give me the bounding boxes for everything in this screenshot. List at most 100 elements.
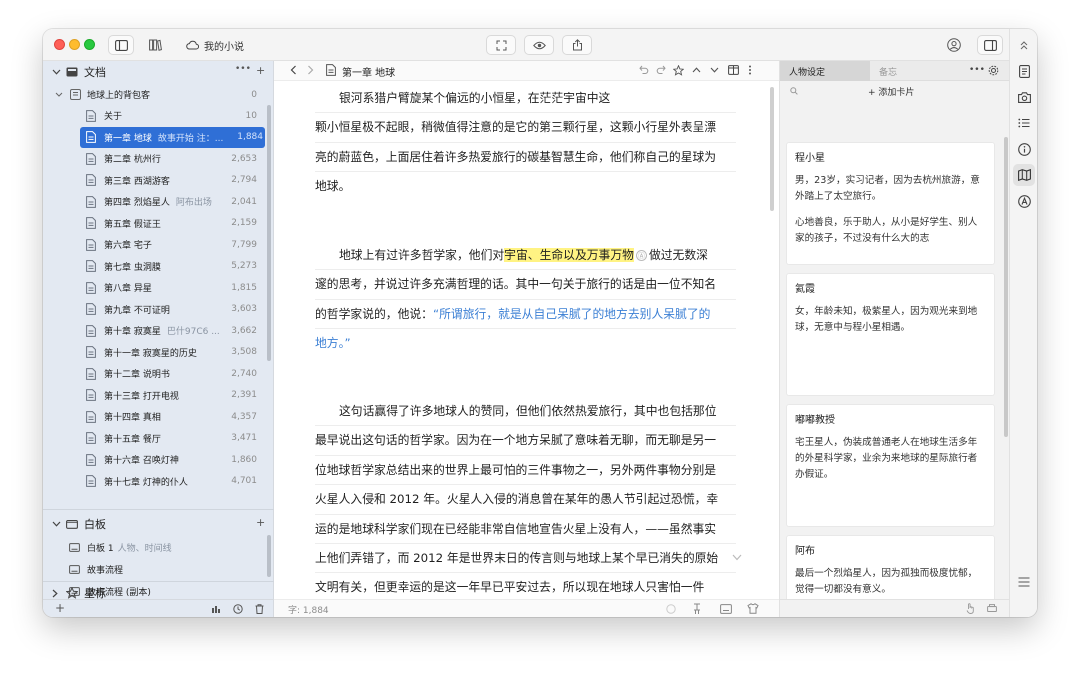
chapter-row[interactable]: 第十七章 灯神的仆人 4,701 bbox=[43, 471, 269, 493]
rail-menu-button[interactable] bbox=[1010, 571, 1037, 593]
rail-annotation-button[interactable] bbox=[1010, 190, 1037, 212]
chevron-down-icon[interactable] bbox=[732, 554, 742, 561]
account-button[interactable] bbox=[943, 35, 965, 55]
rail-info-button[interactable] bbox=[1010, 138, 1037, 160]
chevron-up-icon[interactable] bbox=[692, 67, 701, 73]
chapter-row[interactable]: 第五章 假证王 2,159 bbox=[43, 213, 269, 235]
chapter-row[interactable]: 第十三章 打开电视 2,391 bbox=[43, 385, 269, 407]
chapter-row[interactable]: 第七章 虫洞膜 5,273 bbox=[43, 256, 269, 278]
history-icon[interactable] bbox=[233, 604, 243, 614]
chapter-row[interactable]: 第六章 宅子 7,799 bbox=[43, 234, 269, 256]
whiteboard-add-button[interactable]: + bbox=[256, 516, 265, 529]
chapter-title: 第五章 假证王 bbox=[104, 217, 161, 230]
print-icon[interactable] bbox=[987, 604, 997, 613]
project-switcher[interactable]: 我的小说 bbox=[186, 37, 244, 53]
minimize-window-button[interactable] bbox=[69, 39, 80, 50]
whiteboard-title-text: 白板 1 bbox=[87, 543, 114, 554]
panel-toggle-button[interactable] bbox=[977, 35, 1003, 55]
chapter-row[interactable]: 第十六章 召唤灯神 1,860 bbox=[43, 449, 269, 471]
undo-icon[interactable] bbox=[639, 65, 649, 75]
whiteboard-section-header[interactable]: 白板 + bbox=[43, 514, 274, 534]
document-icon bbox=[86, 475, 96, 488]
chapter-row[interactable]: 第十一章 寂寞星的历史 3,508 bbox=[43, 342, 269, 364]
redo-icon[interactable] bbox=[656, 65, 666, 75]
more-vertical-icon[interactable] bbox=[748, 65, 752, 75]
hand-pointer-icon[interactable] bbox=[966, 603, 975, 614]
character-card[interactable]: 嘟嘟教授 宅王星人，伪装成普通老人在地球生活多年的外星科学家，业余为来地球的星际旅… bbox=[787, 405, 994, 526]
stats-icon[interactable] bbox=[211, 604, 221, 614]
chapter-row[interactable]: 第四章 烈焰星人 阿布出场 2,041 bbox=[43, 191, 269, 213]
add-card-button[interactable]: + 添加卡片 bbox=[868, 85, 914, 98]
zoom-window-button[interactable] bbox=[84, 39, 95, 50]
document-icon bbox=[86, 260, 96, 273]
library-button[interactable] bbox=[143, 35, 167, 55]
chevron-right-icon[interactable] bbox=[52, 589, 66, 598]
chevron-down-icon[interactable] bbox=[52, 521, 66, 527]
character-description: 最后一个烈焰星人，因为孤独而极度忧郁，觉得一切都没有意义。 bbox=[795, 566, 986, 598]
settings-gear-icon[interactable] bbox=[988, 65, 999, 76]
whiteboard-row[interactable]: 故事流程 bbox=[43, 558, 269, 580]
rail-outline-button[interactable] bbox=[1010, 112, 1037, 134]
inspector-more-button[interactable]: ••• bbox=[969, 65, 985, 75]
card-search-bar[interactable]: + 添加卡片 bbox=[780, 83, 1010, 101]
paragraph[interactable]: 这句话赢得了许多地球人的赞同，但他们依然热爱旅行，其中也包括那位 最早说出这句话的… bbox=[315, 397, 736, 599]
rail-snapshot-button[interactable] bbox=[1010, 86, 1037, 108]
chapter-row[interactable]: 第二章 杭州行 2,653 bbox=[43, 148, 269, 170]
focus-mode-button[interactable] bbox=[486, 35, 516, 55]
keyboard-icon[interactable] bbox=[720, 604, 732, 614]
annotation-marker-icon[interactable]: Ⓐ bbox=[635, 250, 647, 261]
tab-characters[interactable]: 人物设定 bbox=[780, 61, 870, 81]
character-card[interactable]: 程小星 男，23岁，实习记者，因为去杭州旅游，意外踏上了太空旅行。 心地善良，乐于助… bbox=[787, 143, 994, 264]
star-icon[interactable] bbox=[673, 65, 684, 76]
text-run: 地球上有过许多哲学家，他们对 bbox=[339, 248, 505, 262]
text-run: 这句话赢得了许多地球人的赞同，但他们依然热爱旅行，其中也包括那位 bbox=[339, 404, 717, 418]
chapter-row[interactable]: 第十二章 说明书 2,740 bbox=[43, 363, 269, 385]
split-view-icon[interactable] bbox=[728, 65, 739, 75]
tab-notes[interactable]: 备忘 bbox=[870, 61, 952, 81]
collapse-rail-button[interactable] bbox=[1010, 34, 1037, 56]
preview-button[interactable] bbox=[524, 35, 554, 55]
typewriter-icon[interactable] bbox=[692, 603, 702, 615]
sidebar-toggle-button[interactable] bbox=[108, 35, 134, 55]
paragraph[interactable]: 银河系猎户臂旋某个偏远的小恒星，在茫茫宇宙中这 颗小恒星极不起眼，稍微值得注意的是… bbox=[315, 84, 736, 202]
rail-map-button[interactable] bbox=[1013, 164, 1035, 186]
character-description: 宅王星人，伪装成普通老人在地球生活多年的外星科学家，业余为来地球的星际旅行者办假… bbox=[795, 435, 986, 483]
share-button[interactable] bbox=[562, 35, 592, 55]
sidebar-toggle-icon bbox=[114, 39, 128, 51]
paragraph[interactable]: 地球上有过许多哲学家，他们对宇宙、生命以及万事万物 Ⓐ 做过无数深 邃的思考，并说过许… bbox=[315, 241, 736, 359]
add-item-button[interactable]: + bbox=[55, 601, 65, 615]
whiteboard-row[interactable]: 白板 1 人物、时间线 bbox=[43, 536, 269, 558]
chapter-title-text: 第十六章 召唤灯神 bbox=[104, 456, 179, 467]
whiteboard-note: 人物、时间线 bbox=[117, 543, 172, 554]
chapter-row[interactable]: 第一章 地球 故事开始 注：... 1,884 bbox=[80, 126, 265, 148]
chevron-down-icon[interactable] bbox=[710, 67, 719, 73]
map-icon bbox=[1017, 169, 1031, 181]
chapter-row[interactable]: 第十章 寂寞星 巴什97C6 ... 3,662 bbox=[43, 320, 269, 342]
whiteboard-scrollbar[interactable] bbox=[267, 535, 271, 577]
chapter-title: 第十一章 寂寞星的历史 bbox=[104, 346, 197, 359]
chapter-row[interactable]: 关于 10 bbox=[43, 105, 269, 127]
trash-icon[interactable] bbox=[255, 604, 264, 614]
chapter-title-text: 第十七章 灯神的仆人 bbox=[104, 477, 188, 488]
progress-circle-icon[interactable] bbox=[666, 604, 676, 614]
editor-content[interactable]: 银河系猎户臂旋某个偏远的小恒星，在茫茫宇宙中这 颗小恒星极不起眼，稍微值得注意的是… bbox=[315, 83, 736, 599]
chapter-row[interactable]: 第八章 异星 1,815 bbox=[43, 277, 269, 299]
rail-document-button[interactable] bbox=[1010, 60, 1037, 82]
chapter-row[interactable]: 第十五章 餐厅 3,471 bbox=[43, 428, 269, 450]
text-line: 地球。 bbox=[315, 172, 736, 201]
back-icon[interactable] bbox=[290, 65, 297, 75]
chapter-list: 关于 10 第一章 地球 故事开始 注：... 1,884 第二章 杭州行 2,653 第三章… bbox=[43, 61, 274, 509]
forward-icon[interactable] bbox=[307, 65, 314, 75]
text-line: 上他们弄错了，而 2012 年是世界末日的传言则与地球上某个早已消失的原始 bbox=[315, 544, 736, 574]
chapter-row[interactable]: 第九章 不可证明 3,603 bbox=[43, 299, 269, 321]
editor-scrollbar[interactable] bbox=[770, 87, 774, 211]
chapter-row[interactable]: 第三章 西湖游客 2,794 bbox=[43, 170, 269, 192]
sidebar: 文档 ••• + 地球上的背包客 0 关于 10 第一章 地球 故事开始 注：... 1… bbox=[43, 61, 274, 617]
character-card[interactable]: 氦霞 女，年龄未知，极紫星人，因为观光来到地球，无意中与程小星相遇。 bbox=[787, 274, 994, 395]
sidebar-scrollbar[interactable] bbox=[267, 105, 271, 361]
theme-shirt-icon[interactable] bbox=[747, 603, 759, 614]
chapter-row[interactable]: 第十四章 真相 4,357 bbox=[43, 406, 269, 428]
inspector-scrollbar[interactable] bbox=[1004, 137, 1008, 437]
chapter-title-text: 第九章 不可证明 bbox=[104, 305, 170, 316]
close-window-button[interactable] bbox=[54, 39, 65, 50]
